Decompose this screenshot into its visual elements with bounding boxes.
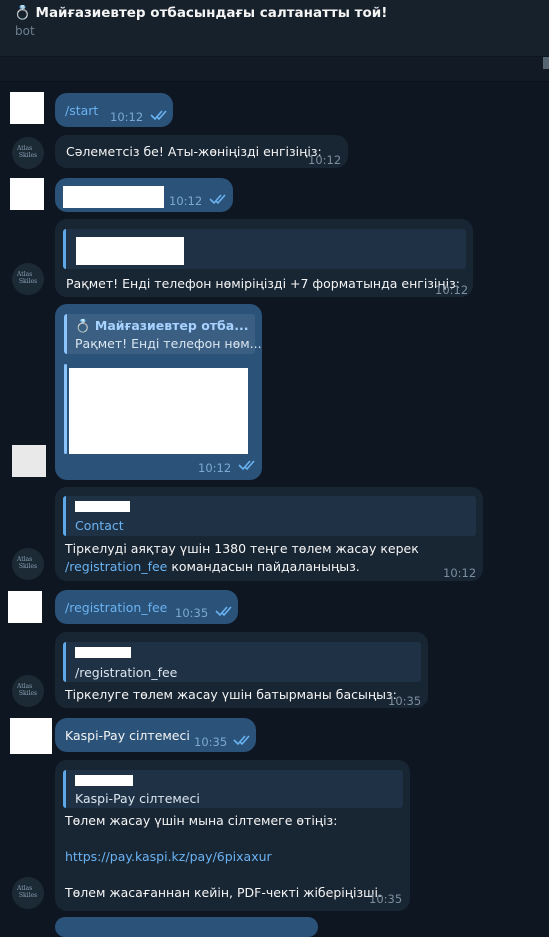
user-avatar[interactable]: [8, 591, 42, 623]
message-time: 10:12: [198, 461, 232, 475]
redacted-text: [75, 775, 133, 786]
bot-avatar[interactable]: Atlas Skiles: [12, 877, 44, 909]
double-check-icon: [150, 110, 167, 121]
message-text: Kaspi-Pay сілтемесі: [65, 728, 190, 743]
redacted-text: [75, 501, 130, 512]
bot-avatar[interactable]: Atlas Skiles: [12, 137, 44, 169]
double-check-icon: [238, 460, 255, 471]
chat-header: 💍 Майғазиевтер отбасындағы салтанатты то…: [0, 0, 549, 56]
message-time: 10:35: [369, 892, 403, 906]
message-bubble-outgoing[interactable]: /start 10:12: [55, 93, 173, 127]
message-text: Тіркелуге төлем жасау үшін батырманы бас…: [65, 687, 397, 702]
bot-avatar[interactable]: Atlas Skiles: [12, 548, 44, 580]
message-list[interactable]: /start 10:12 Atlas Skiles Сәлеметсіз бе!…: [0, 82, 549, 937]
message-time: 10:12: [308, 153, 342, 167]
contact-card-bar: [64, 364, 67, 454]
message-text: Рақмет! Енді телефон нөміріңізді +7 форм…: [66, 276, 460, 291]
redacted-text: [63, 186, 164, 208]
quote-text: /registration_fee: [75, 665, 178, 680]
quote-sender-name: 💍 Майғазиевтер отба...: [75, 318, 249, 333]
user-avatar[interactable]: [12, 445, 46, 477]
message-text-line2: Төлем жасағаннан кейін, PDF-чекті жібері…: [65, 885, 382, 900]
message-bubble-outgoing[interactable]: 10:12: [55, 178, 233, 212]
message-time: 10:35: [194, 735, 228, 749]
message-bubble-outgoing[interactable]: [55, 917, 318, 937]
message-text: Сәлеметсіз бе! Аты-жөніңізді енгізіңіз:: [66, 144, 322, 159]
message-time: 10:12: [169, 194, 203, 208]
user-avatar[interactable]: [10, 178, 44, 210]
bot-avatar[interactable]: Atlas Skiles: [12, 263, 44, 295]
message-text: Тіркелуді аяқтау үшін 1380 теңге төлем ж…: [65, 541, 419, 556]
message-time: 10:12: [435, 283, 469, 297]
message-bubble-incoming[interactable]: Сәлеметсіз бе! Аты-жөніңізді енгізіңіз: …: [55, 135, 348, 168]
message-bubble-incoming[interactable]: /registration_fee Тіркелуге төлем жасау …: [55, 632, 428, 708]
message-text[interactable]: /registration_fee: [65, 599, 167, 617]
double-check-icon: [215, 606, 232, 617]
message-time: 10:35: [388, 694, 422, 708]
pinned-bar: [0, 57, 549, 82]
scroll-indicator-icon[interactable]: [543, 57, 549, 69]
redacted-text: [75, 647, 131, 658]
user-avatar[interactable]: [10, 718, 52, 754]
quote-text: Kaspi-Pay сілтемесі: [75, 791, 200, 806]
message-time: 10:12: [110, 110, 144, 124]
command-link[interactable]: /registration_fee: [65, 559, 167, 574]
quote-title: Contact: [75, 518, 124, 533]
reply-quote[interactable]: Contact: [63, 496, 476, 536]
message-text[interactable]: /start: [65, 102, 98, 120]
message-text-line2: /registration_fee командасын пайдаланыңы…: [65, 559, 360, 574]
reply-quote[interactable]: [63, 229, 466, 269]
reply-quote[interactable]: /registration_fee: [63, 642, 421, 682]
reply-quote[interactable]: Kaspi-Pay сілтемесі: [63, 770, 403, 808]
payment-link[interactable]: https://pay.kaspi.kz/pay/6pixaxur: [65, 848, 272, 866]
double-check-icon: [233, 735, 250, 746]
message-bubble-incoming[interactable]: Рақмет! Енді телефон нөміріңізді +7 форм…: [55, 219, 473, 297]
message-bubble-incoming[interactable]: Kaspi-Pay сілтемесі Төлем жасау үшін мын…: [55, 760, 410, 911]
message-bubble-outgoing[interactable]: 💍 Майғазиевтер отба... Рақмет! Енді теле…: [55, 304, 262, 480]
redacted-text: [76, 237, 184, 265]
chat-subtitle: bot: [15, 24, 35, 38]
message-text: Төлем жасау үшін мына сілтемеге өтіңіз:: [65, 813, 338, 828]
message-bubble-outgoing[interactable]: /registration_fee 10:35: [55, 590, 238, 624]
chat-title[interactable]: 💍 Майғазиевтер отбасындағы салтанатты то…: [14, 5, 387, 21]
message-time: 10:35: [175, 606, 209, 620]
user-avatar[interactable]: [10, 92, 44, 124]
double-check-icon: [209, 194, 226, 205]
bot-avatar[interactable]: Atlas Skiles: [12, 675, 44, 707]
contact-card[interactable]: [69, 368, 248, 454]
quote-text: Рақмет! Енді телефон нөм...: [75, 336, 262, 351]
message-time: 10:12: [443, 566, 477, 580]
message-bubble-incoming[interactable]: Contact Тіркелуді аяқтау үшін 1380 теңге…: [55, 487, 483, 581]
message-bubble-outgoing[interactable]: Kaspi-Pay сілтемесі 10:35: [55, 718, 256, 752]
reply-quote[interactable]: 💍 Майғазиевтер отба... Рақмет! Енді теле…: [64, 314, 262, 354]
